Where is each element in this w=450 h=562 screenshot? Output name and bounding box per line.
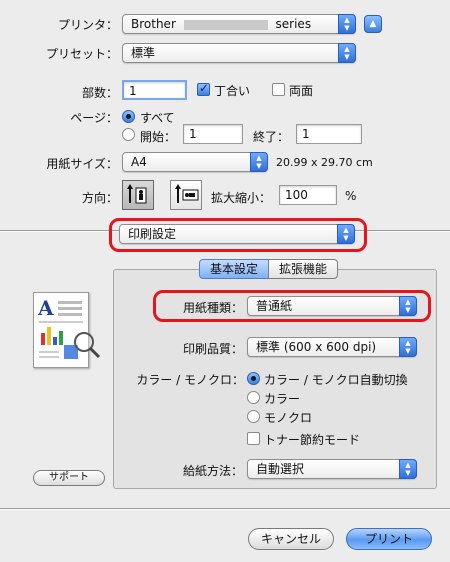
pages-from-label: 開始： — [140, 130, 177, 144]
separator-bottom — [0, 508, 450, 510]
media-type-label: 用紙種類： — [182, 301, 243, 315]
pages-from-input[interactable]: 1 — [183, 124, 243, 144]
portrait-person-icon — [127, 184, 147, 204]
svg-text:A: A — [37, 296, 54, 320]
paper-size-popup[interactable]: A4 ▲ ▼ — [122, 152, 268, 172]
media-type-popup[interactable]: 普通紙 ▲ ▼ — [247, 296, 417, 316]
print-button[interactable]: プリント — [346, 528, 432, 550]
printer-popup[interactable]: Brother series ▲ ▼ — [122, 14, 356, 34]
panel-select-popup[interactable]: 印刷設定 ▲ ▼ — [119, 224, 355, 244]
tab-basic-settings[interactable]: 基本設定 — [199, 259, 269, 279]
orientation-label: 方向： — [81, 191, 118, 205]
copies-input[interactable]: 1 — [122, 80, 187, 100]
color-mode-label: カラー / モノクロ： — [136, 373, 244, 387]
popup-arrows-icon: ▲ ▼ — [399, 296, 417, 316]
magnifier-icon — [72, 330, 101, 359]
popup-arrows-icon: ▲ ▼ — [250, 152, 268, 172]
popup-arrows-icon: ▲ ▼ — [337, 224, 355, 244]
tab-advanced-features[interactable]: 拡張機能 — [268, 259, 338, 279]
duplex-label: 両面 — [289, 84, 314, 98]
pages-to-label: 終了： — [253, 130, 290, 144]
color-mode-color-label: カラー — [264, 392, 301, 406]
collated-checkbox[interactable] — [197, 81, 210, 96]
printer-label: プリンタ： — [57, 18, 118, 32]
paper-source-popup[interactable]: 自動選択 ▲ ▼ — [247, 459, 417, 479]
collapse-disclosure-button[interactable]: ▲ — [364, 15, 382, 33]
color-mode-mono-radio[interactable] — [247, 410, 260, 423]
color-mode-auto-label: カラー / モノクロ自動切換 — [264, 373, 408, 387]
scale-unit: % — [345, 189, 357, 203]
scale-input[interactable]: 100 — [279, 185, 337, 205]
printer-name-prefix: Brother — [131, 17, 176, 31]
landscape-person-icon — [175, 184, 199, 203]
paper-size-label: 用紙サイズ： — [46, 157, 118, 171]
popup-arrows-icon: ▲ ▼ — [338, 14, 356, 34]
color-mode-mono-label: モノクロ — [264, 411, 313, 425]
pages-range-radio[interactable] — [122, 128, 135, 141]
printer-model-redacted — [183, 19, 268, 30]
printer-name-suffix: series — [275, 17, 312, 31]
pages-to-input[interactable]: 1 — [296, 124, 362, 144]
triangle-up-icon: ▲ — [369, 19, 377, 29]
copies-label: 部数： — [81, 86, 118, 100]
presets-value: 標準 — [131, 46, 156, 60]
presets-label: プリセット： — [45, 47, 118, 61]
orientation-portrait-button[interactable] — [122, 180, 154, 210]
pages-label: ページ： — [70, 111, 118, 125]
toner-save-checkbox[interactable] — [247, 432, 260, 445]
paper-size-value: A4 — [131, 155, 147, 169]
popup-arrows-icon: ▲ ▼ — [399, 459, 417, 479]
popup-arrows-icon: ▲ ▼ — [338, 43, 356, 63]
duplex-checkbox[interactable] — [272, 83, 285, 96]
scale-label: 拡大縮小： — [211, 191, 272, 205]
media-type-value: 普通紙 — [256, 299, 293, 313]
paper-dimensions: 20.99 x 29.70 cm — [276, 156, 373, 169]
panel-select-value: 印刷設定 — [128, 227, 177, 241]
support-button[interactable]: サポート — [33, 470, 105, 486]
paper-source-label: 給紙方法： — [182, 464, 243, 478]
paper-source-value: 自動選択 — [256, 462, 305, 476]
presets-popup[interactable]: 標準 ▲ ▼ — [122, 43, 356, 63]
pages-all-radio[interactable] — [122, 110, 135, 123]
cancel-button[interactable]: キャンセル — [248, 528, 334, 550]
color-mode-color-radio[interactable] — [247, 391, 260, 404]
print-quality-popup[interactable]: 標準 (600 x 600 dpi) ▲ ▼ — [247, 337, 417, 357]
toner-save-label: トナー節約モード — [264, 433, 361, 447]
print-quality-label: 印刷品質： — [182, 342, 243, 356]
collated-label: 丁合い — [214, 84, 251, 98]
print-quality-value: 標準 (600 x 600 dpi) — [256, 340, 377, 354]
orientation-landscape-button[interactable] — [170, 180, 202, 210]
pages-all-label: すべて — [140, 111, 175, 125]
popup-arrows-icon: ▲ ▼ — [399, 337, 417, 357]
color-mode-auto-radio[interactable] — [247, 372, 260, 385]
